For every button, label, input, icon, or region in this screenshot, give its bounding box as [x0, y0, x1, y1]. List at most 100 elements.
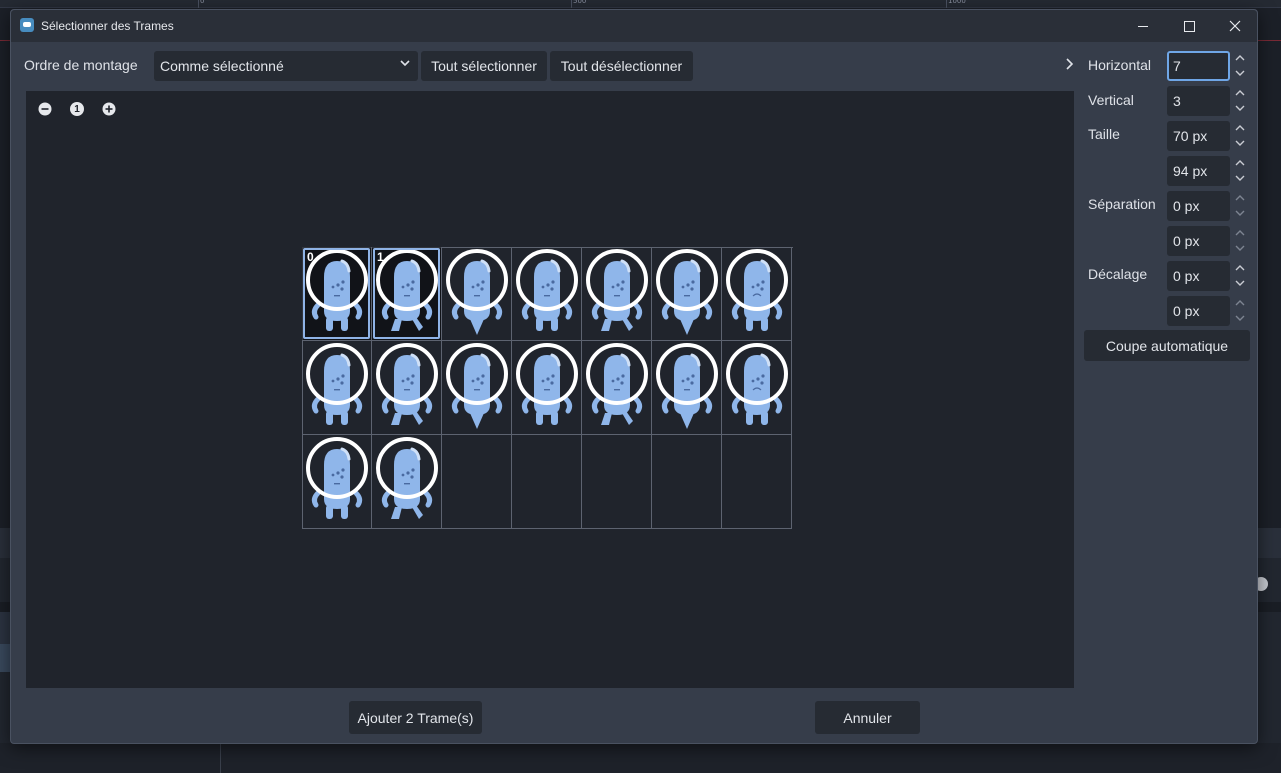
chevron-up-icon[interactable] — [1234, 193, 1246, 203]
frame-cell[interactable] — [512, 247, 582, 341]
chevron-up-icon[interactable] — [1234, 123, 1246, 133]
size-x-spinbox[interactable]: 70 px — [1167, 121, 1230, 151]
frame-cell[interactable] — [582, 435, 652, 529]
offset-x-value: 0 px — [1173, 268, 1200, 284]
order-select-value: Comme sélectionné — [160, 58, 284, 74]
frame-cell[interactable] — [442, 341, 512, 435]
godot-icon — [20, 18, 34, 32]
spin-arrows[interactable] — [1234, 261, 1246, 291]
spin-arrows[interactable] — [1234, 191, 1246, 221]
frame-sprite — [656, 343, 718, 429]
frame-sprite — [446, 343, 508, 429]
frame-cell[interactable] — [302, 341, 372, 435]
frame-grid[interactable]: 01 — [302, 247, 793, 529]
chevron-up-icon[interactable] — [1234, 158, 1246, 168]
auto-slice-button[interactable]: Coupe automatique — [1084, 330, 1250, 361]
ruler-tick — [571, 0, 572, 8]
frame-cell[interactable] — [302, 435, 372, 529]
zoom-in-icon[interactable] — [102, 102, 116, 116]
chevron-up-icon[interactable] — [1234, 88, 1246, 98]
zoom-reset-label: 1 — [74, 103, 80, 115]
order-select[interactable]: Comme sélectionné — [154, 51, 418, 81]
spin-arrows[interactable] — [1234, 51, 1246, 81]
horizontal-value: 7 — [1173, 58, 1181, 74]
deselect-all-button[interactable]: Tout désélectionner — [550, 51, 693, 81]
chevron-down-icon[interactable] — [1234, 243, 1246, 253]
chevron-up-icon[interactable] — [1234, 263, 1246, 273]
chevron-down-icon[interactable] — [1234, 138, 1246, 148]
frame-cell[interactable] — [512, 435, 582, 529]
frame-cell[interactable] — [652, 341, 722, 435]
frame-cell[interactable] — [372, 341, 442, 435]
minimize-button[interactable] — [1120, 10, 1166, 42]
frame-cell[interactable] — [442, 247, 512, 341]
size-y-value: 94 px — [1173, 163, 1208, 179]
frame-cell[interactable]: 1 — [372, 247, 442, 341]
separation-x-spinbox[interactable]: 0 px — [1167, 191, 1230, 221]
vertical-spinbox[interactable]: 3 — [1167, 86, 1230, 116]
selection-index: 1 — [377, 250, 384, 264]
chevron-down-icon[interactable] — [1234, 103, 1246, 113]
close-icon — [1229, 20, 1241, 32]
ruler-label: 1000 — [948, 0, 966, 5]
spin-arrows[interactable] — [1234, 121, 1246, 151]
selection-index: 0 — [307, 250, 314, 264]
add-frames-button[interactable]: Ajouter 2 Trame(s) — [349, 701, 482, 734]
frame-cell[interactable] — [372, 435, 442, 529]
frame-cell[interactable]: 0 — [302, 247, 372, 341]
chevron-down-icon[interactable] — [1234, 278, 1246, 288]
chevron-down-icon[interactable] — [1234, 313, 1246, 323]
dialog-titlebar[interactable]: Sélectionner des Trames — [11, 10, 1257, 42]
zoom-reset-icon[interactable]: 1 — [70, 102, 84, 116]
zoom-out-icon[interactable] — [38, 102, 52, 116]
frame-cell[interactable] — [652, 435, 722, 529]
maximize-button[interactable] — [1166, 10, 1212, 42]
offset-x-spinbox[interactable]: 0 px — [1167, 261, 1230, 291]
offset-y-spinbox[interactable]: 0 px — [1167, 296, 1230, 326]
frame-sprite — [656, 249, 718, 335]
frame-cell[interactable] — [652, 247, 722, 341]
sprite-sheet-preview[interactable]: 1 01 — [26, 91, 1074, 688]
ruler-tick — [946, 0, 947, 8]
frame-sprite — [726, 343, 788, 425]
order-label: Ordre de montage — [24, 57, 138, 73]
frame-cell[interactable] — [582, 341, 652, 435]
frame-sprite — [586, 343, 648, 425]
frame-cell[interactable] — [512, 341, 582, 435]
frame-sprite — [306, 343, 368, 425]
vertical-label: Vertical — [1088, 92, 1134, 108]
spin-arrows[interactable] — [1234, 86, 1246, 116]
offset-y-value: 0 px — [1173, 303, 1200, 319]
bottom-panel-footer — [0, 743, 1281, 773]
frame-cell[interactable] — [442, 435, 512, 529]
separation-y-spinbox[interactable]: 0 px — [1167, 226, 1230, 256]
select-all-button[interactable]: Tout sélectionner — [421, 51, 547, 81]
chevron-up-icon[interactable] — [1234, 298, 1246, 308]
close-button[interactable] — [1212, 10, 1258, 42]
chevron-up-icon[interactable] — [1234, 53, 1246, 63]
spin-arrows[interactable] — [1234, 156, 1246, 186]
vertical-value: 3 — [1173, 93, 1181, 109]
frame-cell[interactable] — [722, 247, 792, 341]
horizontal-spinbox[interactable]: 7 — [1167, 51, 1230, 81]
separation-label: Séparation — [1088, 196, 1156, 212]
separation-y-value: 0 px — [1173, 233, 1200, 249]
chevron-down-icon[interactable] — [1234, 68, 1246, 78]
size-y-spinbox[interactable]: 94 px — [1167, 156, 1230, 186]
frame-cell[interactable] — [582, 247, 652, 341]
spin-arrows[interactable] — [1234, 226, 1246, 256]
cancel-button[interactable]: Annuler — [815, 701, 920, 734]
frame-sprite — [516, 249, 578, 331]
ruler-label: 500 — [573, 0, 587, 5]
chevron-down-icon[interactable] — [1234, 173, 1246, 183]
offset-label: Décalage — [1088, 266, 1148, 282]
chevron-down-icon[interactable] — [1234, 208, 1246, 218]
spin-arrows[interactable] — [1234, 296, 1246, 326]
frame-sprite — [586, 249, 648, 331]
ruler-label: 0 — [200, 0, 205, 5]
chevron-up-icon[interactable] — [1234, 228, 1246, 238]
chevron-right-icon[interactable] — [1064, 57, 1076, 71]
frame-cell[interactable] — [722, 435, 792, 529]
ruler-tick — [198, 0, 199, 8]
frame-cell[interactable] — [722, 341, 792, 435]
